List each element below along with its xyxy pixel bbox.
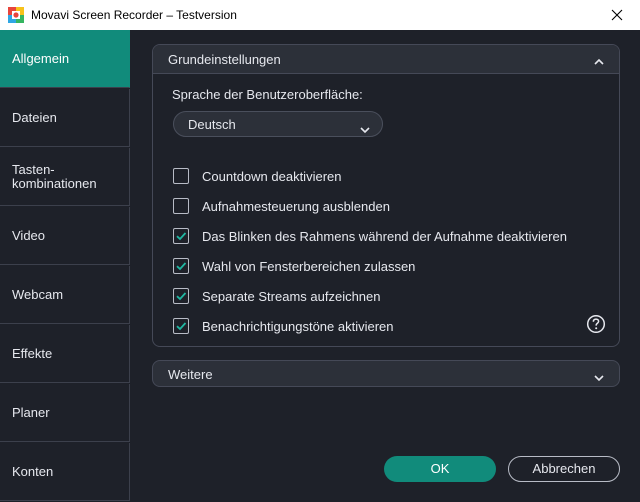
sidebar-item-label: Webcam xyxy=(12,286,64,302)
settings-content: Grundeinstellungen Sprache der Benutzero… xyxy=(130,30,640,502)
close-icon xyxy=(611,9,623,21)
option-disable-frame-blink[interactable]: Das Blinken des Rahmens während der Aufn… xyxy=(173,226,613,246)
basic-settings-panel: Grundeinstellungen Sprache der Benutzero… xyxy=(152,44,620,347)
option-label: Aufnahmesteuerung ausblenden xyxy=(202,199,390,214)
sidebar-item-dateien[interactable]: Dateien xyxy=(0,89,130,147)
language-label: Sprache der Benutzeroberfläche: xyxy=(172,87,363,102)
movavi-app-icon xyxy=(8,7,24,23)
question-circle-icon[interactable] xyxy=(586,314,606,334)
sidebar-item-video[interactable]: Video xyxy=(0,207,130,265)
sidebar-item-label: Konten xyxy=(12,463,54,479)
sidebar-item-label: Allgemein xyxy=(12,50,70,66)
ok-button[interactable]: OK xyxy=(384,456,496,482)
more-settings-title: Weitere xyxy=(168,367,213,382)
option-hide-controls[interactable]: Aufnahmesteuerung ausblenden xyxy=(173,196,613,216)
sidebar: Allgemein Dateien Tasten- kombinationen … xyxy=(0,30,130,502)
language-dropdown[interactable]: Deutsch xyxy=(173,111,383,137)
checkmark-icon xyxy=(176,232,187,241)
sidebar-item-planer[interactable]: Planer xyxy=(0,384,130,442)
cancel-button[interactable]: Abbrechen xyxy=(508,456,620,482)
window-title: Movavi Screen Recorder – Testversion xyxy=(31,8,237,22)
chevron-up-icon xyxy=(593,54,605,65)
option-label: Benachrichtigungstöne aktivieren xyxy=(202,319,394,334)
sidebar-item-konten[interactable]: Konten xyxy=(0,443,130,501)
close-button[interactable] xyxy=(597,2,637,28)
sidebar-item-label: Planer xyxy=(12,404,50,420)
chevron-down-icon xyxy=(360,121,370,134)
option-notification-sounds[interactable]: Benachrichtigungstöne aktivieren xyxy=(173,316,613,336)
option-window-areas[interactable]: Wahl von Fensterbereichen zulassen xyxy=(173,256,613,276)
option-label: Wahl von Fensterbereichen zulassen xyxy=(202,259,416,274)
sidebar-item-label: Effekte xyxy=(12,345,53,361)
checkmark-icon xyxy=(176,262,187,271)
option-label: Separate Streams aufzeichnen xyxy=(202,289,381,304)
option-label: Das Blinken des Rahmens während der Aufn… xyxy=(202,229,567,244)
sidebar-item-tastenkombinationen[interactable]: Tasten- kombinationen xyxy=(0,148,130,206)
title-bar: Movavi Screen Recorder – Testversion xyxy=(0,0,640,30)
checkbox[interactable] xyxy=(173,258,189,274)
checkbox[interactable] xyxy=(173,228,189,244)
sidebar-item-label: Dateien xyxy=(12,109,57,125)
checkbox[interactable] xyxy=(173,198,189,214)
checkbox[interactable] xyxy=(173,168,189,184)
sidebar-item-allgemein[interactable]: Allgemein xyxy=(0,30,130,88)
checkmark-icon xyxy=(176,292,187,301)
more-settings-header[interactable]: Weitere xyxy=(152,360,620,387)
basic-settings-header[interactable]: Grundeinstellungen xyxy=(153,45,619,74)
basic-settings-title: Grundeinstellungen xyxy=(168,52,281,67)
checkbox[interactable] xyxy=(173,288,189,304)
sidebar-item-effekte[interactable]: Effekte xyxy=(0,325,130,383)
sidebar-item-label: Tasten- kombinationen xyxy=(12,161,97,191)
chevron-down-icon xyxy=(593,370,605,382)
option-countdown[interactable]: Countdown deaktivieren xyxy=(173,166,613,186)
checkmark-icon xyxy=(176,322,187,331)
sidebar-item-label: Video xyxy=(12,227,46,243)
language-value: Deutsch xyxy=(188,117,236,132)
checkbox[interactable] xyxy=(173,318,189,334)
sidebar-item-webcam[interactable]: Webcam xyxy=(0,266,130,324)
option-separate-streams[interactable]: Separate Streams aufzeichnen xyxy=(173,286,613,306)
option-label: Countdown deaktivieren xyxy=(202,169,342,184)
